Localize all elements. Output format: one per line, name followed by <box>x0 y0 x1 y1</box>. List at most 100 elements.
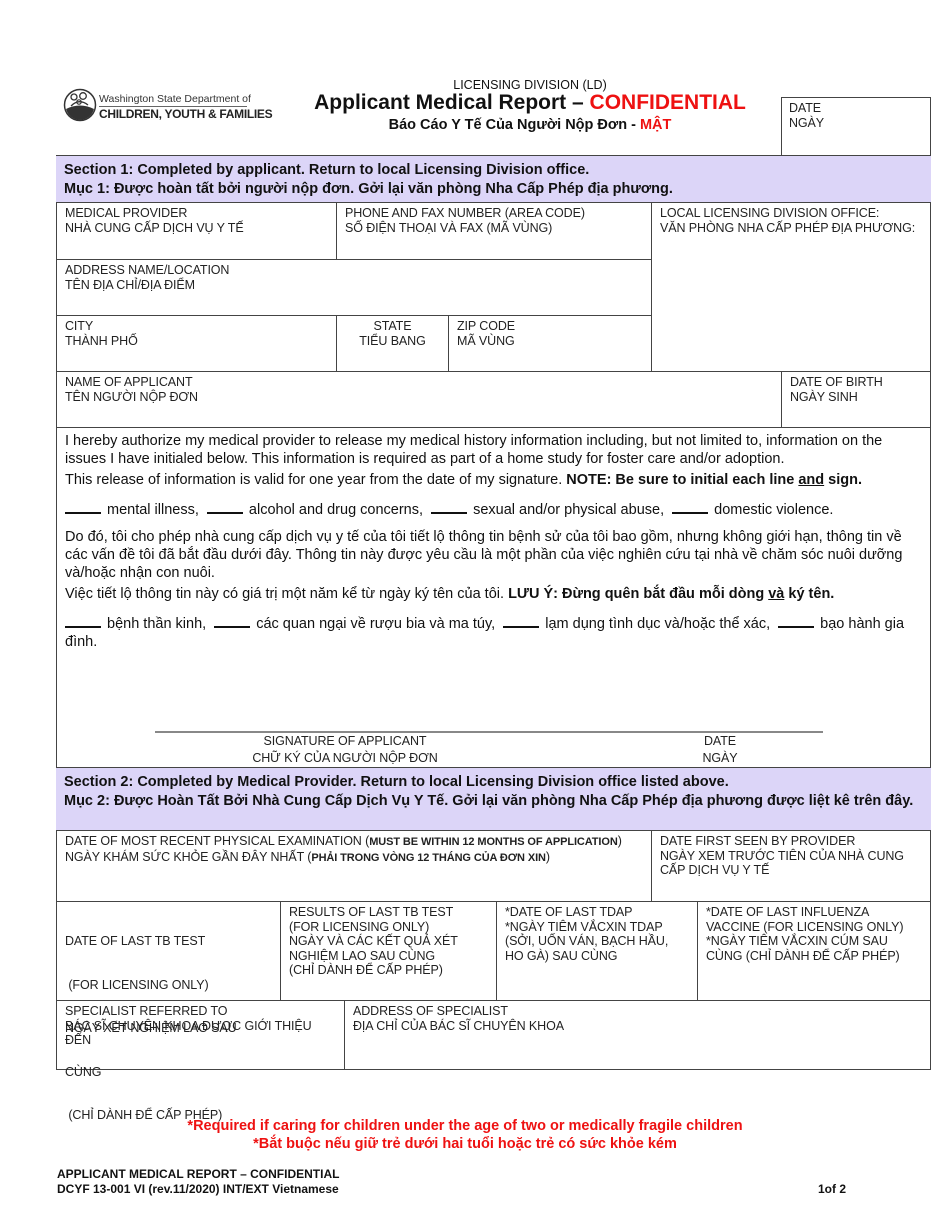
tb-results-label-line1: RESULTS OF LAST TB TEST <box>289 905 454 919</box>
initial-label-vi-alcohol-drug: các quan ngại về rượu bia và ma túy, <box>256 616 496 632</box>
city-label-en: CITY <box>65 319 94 333</box>
required-note-en: *Required if caring for children under t… <box>187 1118 743 1134</box>
address-field[interactable]: ADDRESS NAME/LOCATION TÊN ĐỊA CHỈ/ĐỊA ĐI… <box>57 259 651 315</box>
tb-results-label-line2: (FOR LICENSING ONLY) <box>289 919 430 934</box>
section1-heading-vi: Mục 1: Được hoàn tất bởi người nộp đơn. … <box>64 181 673 197</box>
tdap-label-line3: (SỞI, UỐN VÁN, BẠCH HẦU, <box>505 934 669 948</box>
tdap-label-line2: *NGÀY TIÊM VẮCXIN TDAP <box>505 919 663 934</box>
authorization-vi-p1: Do đó, tôi cho phép nhà cung cấp dịch vụ… <box>65 529 903 581</box>
tb-results-label-line5: (CHỈ DÀNH ĐỂ CẤP PHÉP) <box>289 963 443 977</box>
specialist-label-line3: ĐẾN <box>65 1033 92 1047</box>
signature-label-vi: CHỮ KÝ CỦA NGƯỜI NỘP ĐƠN <box>252 751 438 765</box>
address-label-vi: TÊN ĐỊA CHỈ/ĐỊA ĐIỂM <box>65 277 195 292</box>
header-date-label-en: DATE <box>789 101 822 115</box>
logo-line1: Washington State Department of <box>99 93 251 105</box>
first-seen-label-line1: DATE FIRST SEEN BY PROVIDER <box>660 834 856 848</box>
page-number: 1of 2 <box>818 1182 847 1196</box>
tdap-label-line4: HO GÀ) SAU CÙNG <box>505 948 618 963</box>
state-label-en: STATE <box>373 319 412 333</box>
section2-heading-vi: Mục 2: Được Hoàn Tất Bởi Nhà Cung Cấp Dị… <box>64 793 914 809</box>
tb-results-label-line4: NGHIỆM LAO SAU CÙNG <box>289 948 436 963</box>
initial-blank-domestic-violence[interactable] <box>672 500 709 514</box>
tb-test-date-field[interactable]: DATE OF LAST TB TEST (FOR LICENSING ONLY… <box>57 901 280 1122</box>
phone-fax-label-en: PHONE AND FAX NUMBER (AREA CODE) <box>345 206 585 220</box>
authorization-en-note-underline: and <box>798 472 825 488</box>
first-seen-date-field[interactable]: DATE FIRST SEEN BY PROVIDER NGÀY XEM TRƯ… <box>651 831 930 901</box>
zip-field[interactable]: ZIP CODE MÃ VÙNG <box>448 315 651 371</box>
form-title-main: Applicant Medical Report – <box>314 91 590 114</box>
initials-row-en: mental illness, alcohol and drug concern… <box>65 500 922 519</box>
form-subtitle: Báo Cáo Y Tế Của Người Nộp Đơn - MẬT <box>300 117 760 133</box>
footer-form-info: APPLICANT MEDICAL REPORT – CONFIDENTIAL … <box>57 1167 339 1197</box>
applicant-name-field[interactable]: NAME OF APPLICANT TÊN NGƯỜI NỘP ĐƠN <box>57 371 781 427</box>
medical-provider-label-en: MEDICAL PROVIDER <box>65 206 188 220</box>
dob-label-en: DATE OF BIRTH <box>790 375 883 389</box>
local-office-label-vi: VĂN PHÒNG NHA CẤP PHÉP ĐỊA PHƯƠNG: <box>660 220 916 235</box>
authorization-en-p2-text: This release of information is valid for… <box>65 472 567 488</box>
initial-label-mental-illness: mental illness, <box>107 502 199 518</box>
applicant-name-label-vi: TÊN NGƯỜI NỘP ĐƠN <box>65 389 198 404</box>
initial-blank-mental-illness[interactable] <box>65 500 101 514</box>
form-subtitle-main: Báo Cáo Y Tế Của Người Nộp Đơn - <box>388 117 640 133</box>
initial-label-abuse: sexual and/or physical abuse, <box>473 502 665 518</box>
zip-label-en: ZIP CODE <box>457 319 516 333</box>
specialist-label-line1: SPECIALIST REFERRED TO <box>65 1004 228 1018</box>
initial-label-domestic-violence: domestic violence. <box>714 502 834 518</box>
initial-blank-alcohol-drug[interactable] <box>206 500 243 514</box>
signature-date-label-vi: NGÀY <box>702 751 738 765</box>
initial-blank-abuse[interactable] <box>431 500 468 514</box>
influenza-date-field[interactable]: *DATE OF LAST INFLUENZA VACCINE (FOR LIC… <box>697 901 930 1000</box>
form-title: Applicant Medical Report – CONFIDENTIAL <box>290 91 770 115</box>
city-field[interactable]: CITY THÀNH PHỐ <box>57 315 336 371</box>
required-note: *Required if caring for children under t… <box>100 1117 830 1153</box>
medical-provider-field[interactable]: MEDICAL PROVIDER NHÀ CUNG CẤP DỊCH VỤ Y … <box>57 203 336 259</box>
section2-heading-en: Section 2: Completed by Medical Provider… <box>64 774 729 790</box>
authorization-en-note: NOTE: Be sure to initial each line <box>566 472 799 488</box>
signature-date-label: DATE NGÀY <box>680 733 760 767</box>
authorization-vi-note-end: ký tên. <box>784 586 835 602</box>
influenza-label-line1: *DATE OF LAST INFLUENZA <box>706 905 870 919</box>
phone-fax-field[interactable]: PHONE AND FAX NUMBER (AREA CODE) SỐ ĐIỆN… <box>336 203 651 259</box>
form-subtitle-confidential: MẬT <box>639 117 672 133</box>
tdap-date-field[interactable]: *DATE OF LAST TDAP *NGÀY TIÊM VẮCXIN TDA… <box>496 901 697 1000</box>
header-date-field[interactable]: DATE NGÀY <box>781 97 931 155</box>
physical-exam-date-field[interactable]: DATE OF MOST RECENT PHYSICAL EXAMINATION… <box>57 831 651 901</box>
tb-date-label-line2: (FOR LICENSING ONLY) <box>65 977 209 992</box>
influenza-label-line3: *NGÀY TIÊM VẮCXIN CÚM SAU <box>706 934 888 948</box>
specialist-address-field[interactable]: ADDRESS OF SPECIALIST ĐỊA CHỈ CỦA BÁC SĨ… <box>344 1000 930 1069</box>
initial-blank-vi-domestic-violence[interactable] <box>778 614 815 628</box>
physical-exam-label-vi: NGÀY KHÁM SỨC KHỎE GẦN ĐÂY NHẤT (PHẢI TR… <box>65 849 550 864</box>
authorization-en-p1: I hereby authorize my medical provider t… <box>65 433 883 467</box>
dob-label-vi: NGÀY SINH <box>790 389 858 404</box>
initial-blank-vi-alcohol-drug[interactable] <box>214 614 251 628</box>
specialist-address-label-line1: ADDRESS OF SPECIALIST <box>353 1004 508 1018</box>
specialist-field[interactable]: SPECIALIST REFERRED TO BÁC SĨ CHUYÊN KHO… <box>57 1000 344 1069</box>
initial-blank-vi-abuse[interactable] <box>503 614 540 628</box>
section2-heading: Section 2: Completed by Medical Provider… <box>56 767 931 831</box>
section1-heading-en: Section 1: Completed by applicant. Retur… <box>64 162 590 178</box>
medical-provider-label-vi: NHÀ CUNG CẤP DỊCH VỤ Y TẾ <box>65 220 244 235</box>
applicant-name-label-en: NAME OF APPLICANT <box>65 375 193 389</box>
city-label-vi: THÀNH PHỐ <box>65 333 138 348</box>
signature-label-en: SIGNATURE OF APPLICANT <box>263 734 427 748</box>
form-title-confidential: CONFIDENTIAL <box>589 91 746 114</box>
authorization-vi-note: LƯU Ý: Đừng quên bắt đầu mỗi dòng <box>508 586 769 602</box>
agency-logo: Washington State Department of CHILDREN,… <box>63 88 273 124</box>
dob-field[interactable]: DATE OF BIRTH NGÀY SINH <box>781 371 930 427</box>
authorization-vi-p2: Việc tiết lộ thông tin này có giá trị mộ… <box>65 585 922 603</box>
signature-label: SIGNATURE OF APPLICANT CHỮ KÝ CỦA NGƯỜI … <box>180 733 510 767</box>
tdap-label-line1: *DATE OF LAST TDAP <box>505 905 633 919</box>
specialist-address-label-line2: ĐỊA CHỈ CỦA BÁC SĨ CHUYÊN KHOA <box>353 1018 564 1033</box>
initial-blank-vi-mental-illness[interactable] <box>65 614 101 628</box>
initials-row-vi: bệnh thần kinh, các quan ngại về rượu bi… <box>65 614 922 651</box>
tb-test-results-field[interactable]: RESULTS OF LAST TB TEST (FOR LICENSING O… <box>280 901 496 1000</box>
logo-line2: CHILDREN, YOUTH & FAMILIES <box>99 107 273 121</box>
local-office-field[interactable]: LOCAL LICENSING DIVISION OFFICE: VĂN PHÒ… <box>651 203 930 371</box>
required-note-vi: *Bắt buộc nếu giữ trẻ dưới hai tuổi hoặc… <box>253 1136 677 1152</box>
tb-date-label-line1: DATE OF LAST TB TEST <box>65 934 206 948</box>
physical-exam-label-en: DATE OF MOST RECENT PHYSICAL EXAMINATION… <box>65 834 622 848</box>
state-field[interactable]: STATE TIỂU BANG <box>336 315 448 371</box>
signature-date-label-en: DATE <box>703 734 736 748</box>
footer-line1: APPLICANT MEDICAL REPORT – CONFIDENTIAL <box>57 1167 340 1181</box>
header-date-label-vi: NGÀY <box>789 115 825 130</box>
